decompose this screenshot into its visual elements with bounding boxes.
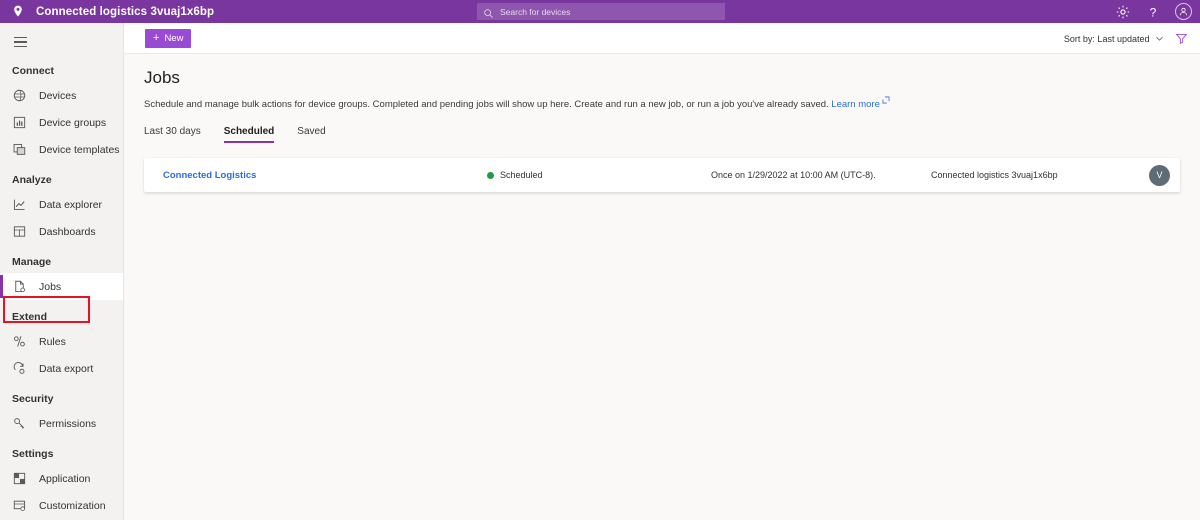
sort-by-label: Sort by: Last updated [1063, 33, 1150, 44]
external-link-icon [882, 95, 890, 104]
sidebar-item-label: Devices [39, 89, 77, 102]
app-title: Connected logistics 3vuaj1x6bp [36, 5, 215, 18]
sidebar-item-device-templates[interactable]: Device templates [0, 136, 123, 163]
sidebar-section-security: Security [12, 393, 54, 405]
data-explorer-icon [12, 197, 27, 212]
hamburger-bar [13, 45, 27, 48]
sidebar-item-label: Data export [39, 362, 94, 375]
job-name-link[interactable]: Connected Logistics [163, 170, 256, 181]
app-root: Connected logistics 3vuaj1x6bp Search fo… [0, 0, 1200, 520]
page-description-text: Schedule and manage bulk actions for dev… [144, 99, 829, 110]
sidebar-item-label: Data explorer [39, 198, 103, 211]
sidebar-section-settings: Settings [12, 448, 54, 460]
data-export-icon [12, 361, 27, 376]
sidebar-section-extend: Extend [12, 311, 48, 323]
main-content: Jobs Schedule and manage bulk actions fo… [124, 54, 1200, 520]
job-schedule: Once on 1/29/2022 at 10:00 AM (UTC-8). [711, 170, 876, 180]
sidebar-item-label: Permissions [39, 417, 97, 430]
filter-funnel-icon[interactable] [1175, 32, 1188, 45]
command-bar-right: Sort by: Last updated [1064, 23, 1188, 54]
status-label: Scheduled [500, 170, 543, 180]
tab-scheduled[interactable]: Scheduled [223, 126, 274, 143]
hamburger-menu-icon[interactable] [2, 30, 38, 54]
gear-icon[interactable] [1115, 4, 1131, 20]
top-bar-actions: ? [1115, 0, 1192, 23]
sidebar-item-label: Rules [39, 335, 66, 348]
sidebar-item-label: Device groups [39, 116, 107, 129]
tab-saved[interactable]: Saved [297, 126, 325, 143]
status-dot-icon [487, 171, 494, 179]
command-bar: + New Sort by: Last updated [124, 23, 1200, 54]
application-icon [12, 471, 27, 486]
customization-icon [12, 498, 27, 513]
sidebar-item-device-groups[interactable]: Device groups [0, 109, 123, 136]
sidebar-item-label: Jobs [39, 280, 62, 293]
job-tabs: Last 30 days Scheduled Saved [144, 126, 1180, 143]
device-groups-icon [12, 115, 27, 130]
location-pin-icon [10, 4, 26, 20]
job-application: Connected logistics 3vuaj1x6bp [931, 170, 1058, 180]
sidebar-item-rules[interactable]: Rules [0, 328, 123, 355]
sidebar-item-data-explorer[interactable]: Data explorer [0, 191, 123, 218]
status-badge: Scheduled [487, 170, 543, 180]
hamburger-bar [13, 41, 27, 43]
new-job-button[interactable]: + New [145, 28, 192, 48]
sidebar-item-customization[interactable]: Customization [0, 492, 123, 519]
search-input[interactable]: Search for devices [477, 3, 725, 20]
table-row[interactable]: Connected Logistics Scheduled Once on 1/… [144, 158, 1180, 192]
search-icon [483, 6, 494, 18]
sidebar-item-label: Application [39, 472, 91, 485]
sidebar-item-application[interactable]: Application [0, 465, 123, 492]
sidebar-item-dashboards[interactable]: Dashboards [0, 218, 123, 245]
sidebar-item-data-export[interactable]: Data export [0, 355, 123, 382]
device-templates-icon [12, 142, 27, 157]
account-avatar-icon[interactable] [1175, 3, 1192, 20]
sort-by-dropdown[interactable]: Sort by: Last updated [1064, 34, 1164, 44]
page-description: Schedule and manage bulk actions for dev… [144, 95, 1180, 111]
dashboards-icon [12, 224, 27, 239]
devices-icon [12, 88, 27, 103]
svg-text:?: ? [1150, 5, 1157, 19]
chevron-down-icon [1155, 34, 1164, 43]
sidebar-item-jobs[interactable]: Jobs [0, 273, 123, 300]
sidebar-item-permissions[interactable]: Permissions [0, 410, 123, 437]
sidebar-section-connect: Connect [12, 65, 54, 77]
rules-icon [12, 334, 27, 349]
sidebar-item-label: Dashboards [39, 225, 96, 238]
sidebar-section-manage: Manage [12, 256, 52, 268]
sidebar-item-label: Customization [39, 499, 106, 512]
avatar: V [1149, 164, 1170, 186]
help-question-icon[interactable]: ? [1145, 4, 1161, 20]
sidebar: Connect Devices Device groups Device tem… [0, 23, 124, 520]
search-placeholder: Search for devices [500, 6, 571, 17]
tab-last-30-days[interactable]: Last 30 days [144, 126, 201, 143]
sidebar-section-analyze: Analyze [12, 174, 52, 186]
jobs-icon [12, 279, 27, 294]
plus-icon: + [153, 31, 160, 44]
sidebar-item-label: Device templates [39, 143, 120, 156]
permissions-key-icon [12, 416, 27, 431]
hamburger-bar [13, 36, 27, 39]
top-bar: Connected logistics 3vuaj1x6bp Search fo… [0, 0, 1200, 23]
sidebar-item-devices[interactable]: Devices [0, 82, 123, 109]
new-job-button-label: New [164, 32, 184, 44]
page-title: Jobs [144, 68, 180, 87]
learn-more-link[interactable]: Learn more [831, 99, 880, 110]
top-bar-brand[interactable]: Connected logistics 3vuaj1x6bp [0, 4, 214, 20]
